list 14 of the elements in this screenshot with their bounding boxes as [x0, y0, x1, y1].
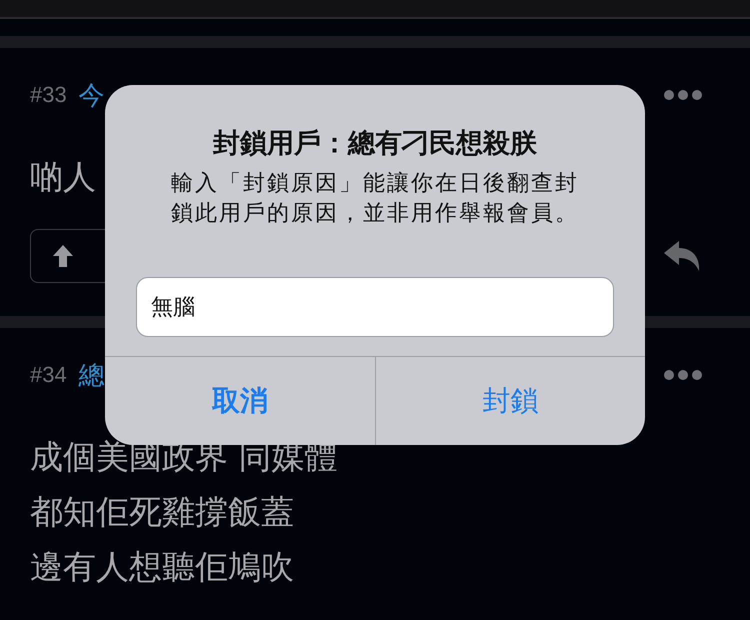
post-text: 啲人	[30, 156, 96, 198]
reply-icon[interactable]	[664, 241, 702, 271]
more-icon[interactable]	[664, 90, 702, 100]
dialog-title: 封鎖用戶：總有刁民想殺朕	[213, 127, 537, 161]
post-number: #34	[30, 362, 67, 388]
author-name[interactable]: 總	[78, 358, 105, 392]
author-name[interactable]: 今	[78, 78, 105, 112]
input-field[interactable]: 無腦	[136, 277, 614, 337]
more-icon[interactable]	[664, 370, 702, 380]
post-number: #33	[30, 82, 67, 108]
post-text: 都知佢死雞撐飯蓋	[30, 491, 294, 533]
dialog-message: 輸入「封鎖原因」能讓你在日後翻查封鎖此用戶的原因，並非用作舉報會員。	[170, 170, 580, 228]
arrow-up-icon	[53, 245, 73, 267]
post-text: 邊有人想聽佢鳩吹	[30, 546, 294, 588]
